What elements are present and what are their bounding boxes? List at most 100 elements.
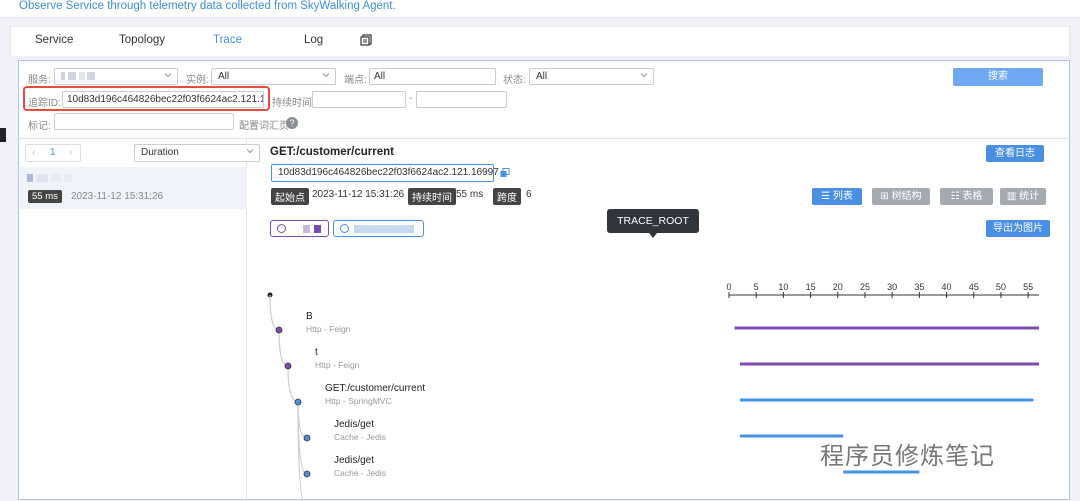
service-label: 服务:	[28, 75, 51, 86]
duration-max-input[interactable]	[416, 91, 507, 108]
timeline-tick-label: 5	[754, 282, 759, 292]
tree-link	[287, 365, 299, 403]
span-name: B	[306, 311, 313, 322]
trace-id-input[interactable]: 10d83d196c464826bec22f03f6624ac2.121.169…	[62, 91, 264, 108]
trace-time: 2023-11-12 15:31:26	[71, 191, 164, 202]
span-node	[303, 434, 311, 442]
span-type: Http - SpringMVC	[325, 396, 392, 406]
view-tree-button[interactable]: ⊞ 树结构	[872, 188, 930, 205]
list-item[interactable]: 55 ms 2023-11-12 15:31:26	[19, 167, 247, 209]
tooltip: TRACE_ROOT	[607, 209, 699, 238]
next-page-icon[interactable]: ›	[69, 147, 72, 158]
timeline-tick-label: 10	[778, 282, 788, 292]
trace-id-label: 追踪ID:	[28, 98, 61, 109]
span-type: Cache - Jedis	[334, 432, 386, 442]
service-legend-blue	[333, 220, 424, 237]
trace-panel: 服务: 实例: All 端点: All 状态: All 搜索 追踪ID: 10d…	[18, 60, 1071, 501]
info-banner: Observe Service through telemetry data c…	[0, 0, 1080, 18]
circle-icon	[340, 224, 349, 233]
banner-text: Observe Service through telemetry data c…	[19, 0, 396, 12]
filter-bar: 服务: 实例: All 端点: All 状态: All 搜索 追踪ID: 10d…	[19, 61, 1071, 139]
span-name: GET:/customer/current	[325, 383, 425, 394]
endpoint-label: 端点:	[344, 75, 367, 86]
copy-icon[interactable]	[360, 34, 372, 46]
duration-badge: 55 ms	[28, 190, 62, 203]
chevron-down-icon	[164, 73, 172, 78]
chevron-down-icon	[322, 73, 330, 78]
table-icon: ☷	[950, 191, 963, 202]
stats-icon: ▥	[1006, 191, 1020, 202]
tag-label: 标记:	[28, 121, 51, 132]
tree-link	[297, 401, 308, 439]
span-name: Jedis/get	[334, 455, 374, 466]
span-count-tag: 跨度	[493, 188, 521, 205]
timeline-tick-label: 55	[1023, 282, 1033, 292]
circle-icon	[277, 224, 286, 233]
timeline-tick-label: 30	[887, 282, 897, 292]
timeline-tick-label: 45	[969, 282, 979, 292]
timeline-tick-label: 35	[914, 282, 924, 292]
trace-endpoint-blurred	[27, 172, 73, 184]
chevron-down-icon	[640, 73, 648, 78]
span-node	[275, 326, 283, 334]
help-icon[interactable]: ?	[286, 117, 298, 129]
instance-label: 实例:	[186, 75, 209, 86]
timeline-tick-label: 15	[806, 282, 816, 292]
tree-link	[278, 329, 289, 367]
timeline-tick-label: 50	[996, 282, 1006, 292]
span-node	[294, 398, 302, 406]
trace-id-select[interactable]: 10d83d196c464826bec22f03f6624ac2.121.169…	[271, 164, 499, 182]
span-type: Http - Feign	[306, 324, 351, 334]
timeline-tick-label: 20	[833, 282, 843, 292]
copy-icon[interactable]	[500, 168, 510, 178]
duration-value: 55 ms	[456, 189, 484, 200]
tag-input[interactable]	[54, 113, 234, 130]
service-select[interactable]	[54, 68, 178, 85]
start-value: 2023-11-12 15:31:26	[312, 189, 405, 200]
duration-min-input[interactable]	[312, 91, 406, 108]
edge-marker	[0, 128, 6, 142]
trace-title: GET:/customer/current	[270, 146, 394, 158]
start-tag: 起始点	[271, 188, 309, 205]
tree-link	[269, 294, 280, 331]
span-count-value: 6	[526, 189, 532, 200]
list-icon: ☰	[821, 191, 833, 202]
export-image-button[interactable]: 导出为图片	[986, 220, 1050, 237]
status-label: 状态:	[503, 75, 526, 86]
duration-separator: -	[409, 93, 413, 104]
pagination: ‹ 1 ›	[25, 144, 81, 162]
tab-bar: Service Topology Trace Log	[10, 26, 1070, 56]
tree-icon: ⊞	[880, 191, 892, 202]
status-value: All	[536, 71, 548, 82]
prev-page-icon[interactable]: ‹	[32, 147, 35, 158]
span-type: Cache - Jedis	[334, 468, 386, 478]
watermark: 程序员修炼笔记	[820, 442, 995, 470]
search-button[interactable]: 搜索	[953, 68, 1043, 86]
view-table-button[interactable]: ☷ 表格	[940, 188, 993, 205]
timeline-tick-label: 25	[860, 282, 870, 292]
view-logs-button[interactable]: 查看日志	[986, 145, 1044, 162]
instance-select[interactable]: All	[211, 68, 336, 85]
chevron-down-icon	[480, 169, 488, 174]
instance-value: All	[218, 71, 230, 82]
span-node	[303, 470, 311, 478]
span-node	[284, 362, 292, 370]
view-list-button[interactable]: ☰ 列表	[812, 188, 862, 205]
sort-select[interactable]: Duration	[134, 144, 260, 162]
duration-tag: 持续时间	[408, 188, 456, 205]
duration-label: 持续时间:	[272, 98, 315, 109]
service-legend-purple	[270, 220, 329, 237]
tab-topology[interactable]: Topology	[119, 34, 165, 46]
status-select[interactable]: All	[529, 68, 654, 85]
page-number: 1	[50, 147, 56, 158]
endpoint-input[interactable]: All	[369, 68, 496, 85]
sort-value: Duration	[141, 147, 179, 158]
span-type: Http - Feign	[315, 360, 360, 370]
config-label[interactable]: 配置词汇页	[239, 117, 289, 132]
tab-trace[interactable]: Trace	[213, 34, 242, 46]
tab-service[interactable]: Service	[35, 34, 73, 46]
trace-list: ‹ 1 › Duration 55 ms 2023-11-12 15:31:26	[19, 139, 260, 501]
timeline-tick-label: 0	[726, 282, 731, 292]
tab-log[interactable]: Log	[304, 34, 323, 46]
view-stats-button[interactable]: ▥ 统计	[1000, 188, 1046, 205]
